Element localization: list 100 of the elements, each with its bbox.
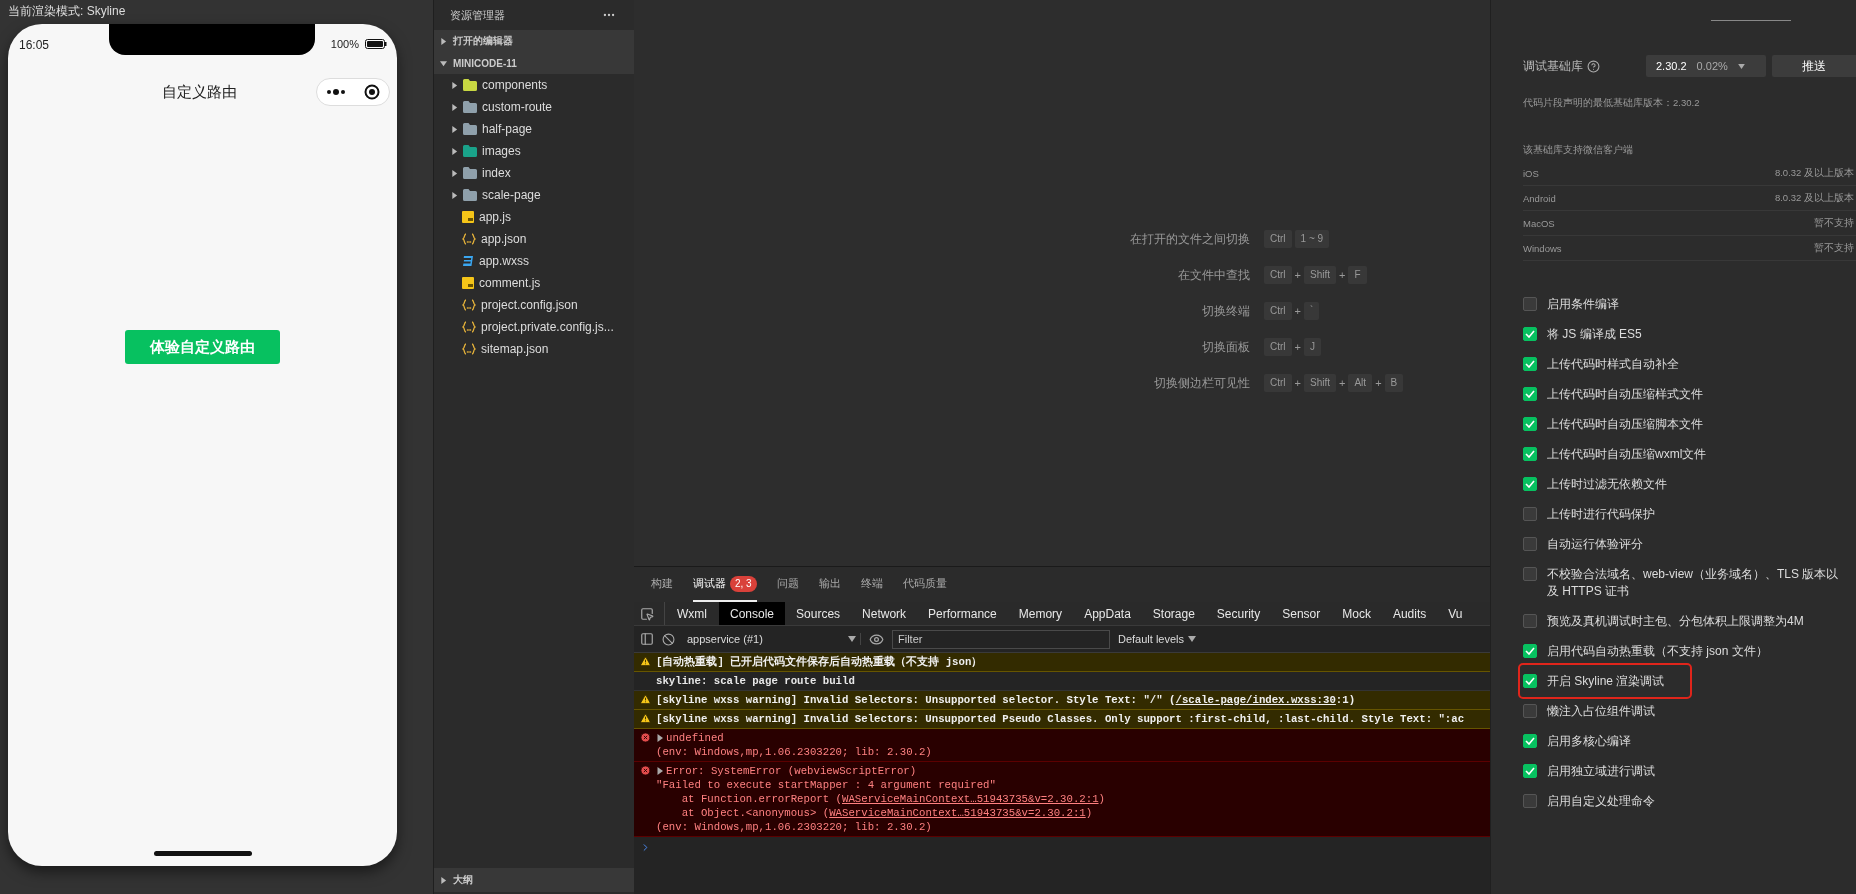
sidebar-toggle-icon[interactable]	[640, 632, 654, 646]
dropdown-caret-icon	[1737, 63, 1745, 69]
checkbox[interactable]	[1523, 733, 1537, 748]
collapsed-arrow-icon[interactable]	[440, 876, 447, 884]
collapsed-arrow-icon[interactable]	[451, 81, 458, 89]
library-note: 代码片段声明的最低基础库版本：2.30.2	[1523, 97, 1701, 110]
render-mode-label: 当前渲染模式: Skyline	[8, 3, 127, 20]
file-item[interactable]: app.json	[434, 228, 634, 250]
panel-tab[interactable]: 输出	[818, 567, 841, 602]
folder-item[interactable]: scale-page	[434, 184, 634, 206]
push-button[interactable]: 推送	[1772, 55, 1856, 77]
explorer-section[interactable]: 打开的编辑器	[434, 30, 634, 52]
client-version: 暂不支持	[1814, 241, 1854, 255]
collapsed-arrow-icon[interactable]	[451, 191, 458, 199]
folder-item[interactable]: components	[434, 74, 634, 96]
context-select[interactable]: appservice (#1)	[683, 633, 861, 645]
devtools-tab[interactable]: Mock	[1331, 602, 1382, 625]
devtools-tab[interactable]: Console	[719, 602, 786, 625]
close-target-icon[interactable]	[364, 84, 380, 100]
clients-title: 该基础库支持微信客户端	[1523, 144, 1634, 157]
collapsed-arrow-icon[interactable]	[451, 125, 458, 133]
outline-section[interactable]: 大纲	[434, 868, 634, 892]
file-item[interactable]: app.js	[434, 206, 634, 228]
log-levels-select[interactable]: Default levels	[1118, 633, 1185, 645]
source-link[interactable]: WAServiceMainContext…51943735&v=2.30.2:1	[829, 807, 1086, 819]
clear-console-icon[interactable]	[662, 632, 675, 646]
source-link[interactable]: WAServiceMainContext…51943735&v=2.30.2:1	[842, 793, 1099, 805]
panel-tab[interactable]: 构建	[651, 567, 673, 602]
more-icon[interactable]	[326, 89, 346, 95]
folder-item[interactable]: index	[434, 162, 634, 184]
checkbox[interactable]	[1523, 703, 1537, 718]
folder-icon	[463, 145, 477, 157]
folder-item[interactable]: half-page	[434, 118, 634, 140]
option-label: 上传代码时样式自动补全	[1547, 355, 1679, 373]
checkbox[interactable]	[1523, 446, 1537, 461]
key-cap: Ctrl	[1264, 374, 1292, 392]
expanded-arrow-icon[interactable]	[440, 59, 447, 67]
key-cap: Ctrl	[1264, 230, 1292, 248]
checkbox[interactable]	[1523, 296, 1537, 311]
option-label: 启用条件编译	[1547, 295, 1619, 313]
file-item[interactable]: project.config.json	[434, 294, 634, 316]
file-item[interactable]: comment.js	[434, 272, 634, 294]
file-item[interactable]: sitemap.json	[434, 338, 634, 360]
checkbox[interactable]	[1523, 386, 1537, 401]
devtools-tab[interactable]: Performance	[917, 602, 1008, 625]
shortcut-label: 在打开的文件之间切换	[1129, 231, 1250, 248]
option-label: 上传代码时自动压缩脚本文件	[1547, 415, 1703, 433]
devtools-tab[interactable]: AppData	[1073, 602, 1142, 625]
devtools-tab[interactable]: Security	[1205, 602, 1272, 625]
devtools-tab[interactable]: Storage	[1141, 602, 1206, 625]
devtools-tab[interactable]: Audits	[1381, 602, 1438, 625]
shortcut-label: 切换面板	[1201, 339, 1250, 356]
file-name: images	[482, 144, 521, 158]
panel-tab[interactable]: 代码质量	[902, 567, 947, 602]
checkbox[interactable]	[1523, 536, 1537, 551]
collapsed-arrow-icon[interactable]	[451, 169, 458, 177]
devtools-tab[interactable]: Sources	[785, 602, 852, 625]
checkbox[interactable]	[1523, 326, 1537, 341]
expand-arrow-icon[interactable]	[656, 767, 664, 775]
file-name: comment.js	[479, 276, 541, 290]
checkbox[interactable]	[1523, 356, 1537, 371]
checkbox[interactable]	[1523, 476, 1537, 491]
file-item[interactable]: project.private.config.js...	[434, 316, 634, 338]
client-name: Windows	[1523, 242, 1562, 254]
filter-field[interactable]: Filter	[892, 629, 1110, 649]
log-text: (env: Windows,mp,1.06.2303220; lib: 2.30.2)	[656, 820, 932, 834]
collapsed-arrow-icon[interactable]	[451, 103, 458, 111]
devtools-tab[interactable]: Network	[851, 602, 918, 625]
collapsed-arrow-icon[interactable]	[451, 147, 458, 155]
devtools-tab[interactable]: Memory	[1007, 602, 1074, 625]
checkbox[interactable]	[1523, 643, 1537, 658]
panel-tab[interactable]: 问题	[776, 567, 799, 602]
client-name: MacOS	[1523, 217, 1555, 229]
source-link[interactable]: /scale-page/index.wxss:30	[1175, 694, 1336, 706]
checkbox[interactable]	[1523, 416, 1537, 431]
devtools-tab[interactable]: Sensor	[1271, 602, 1332, 625]
eye-icon[interactable]	[869, 631, 884, 647]
checkbox[interactable]	[1523, 506, 1537, 521]
folder-item[interactable]: custom-route	[434, 96, 634, 118]
expand-arrow-icon[interactable]	[656, 734, 664, 742]
devtools-tab[interactable]: Vu	[1437, 602, 1474, 625]
file-item[interactable]: app.wxss	[434, 250, 634, 272]
folder-item[interactable]: images	[434, 140, 634, 162]
collapsed-arrow-icon[interactable]	[440, 37, 447, 45]
checkbox[interactable]	[1523, 673, 1537, 688]
folder-icon	[463, 79, 477, 91]
checkbox[interactable]	[1523, 763, 1537, 778]
capsule-menu[interactable]	[316, 78, 390, 106]
file-name: project.config.json	[481, 298, 578, 312]
panel-tab[interactable]: 终端	[860, 567, 883, 602]
devtools-tab[interactable]: Wxml	[665, 602, 719, 625]
section-label: 打开的编辑器	[453, 34, 513, 48]
help-icon[interactable]	[1587, 59, 1600, 73]
inspect-icon[interactable]	[640, 606, 654, 621]
checkbox[interactable]	[1523, 613, 1537, 628]
checkbox[interactable]	[1523, 793, 1537, 808]
plus-sign: +	[1294, 377, 1301, 389]
version-select[interactable]: 2.30.2 0.02%	[1646, 55, 1766, 77]
explorer-section[interactable]: MINICODE-11	[434, 52, 634, 74]
checkbox[interactable]	[1523, 566, 1537, 581]
